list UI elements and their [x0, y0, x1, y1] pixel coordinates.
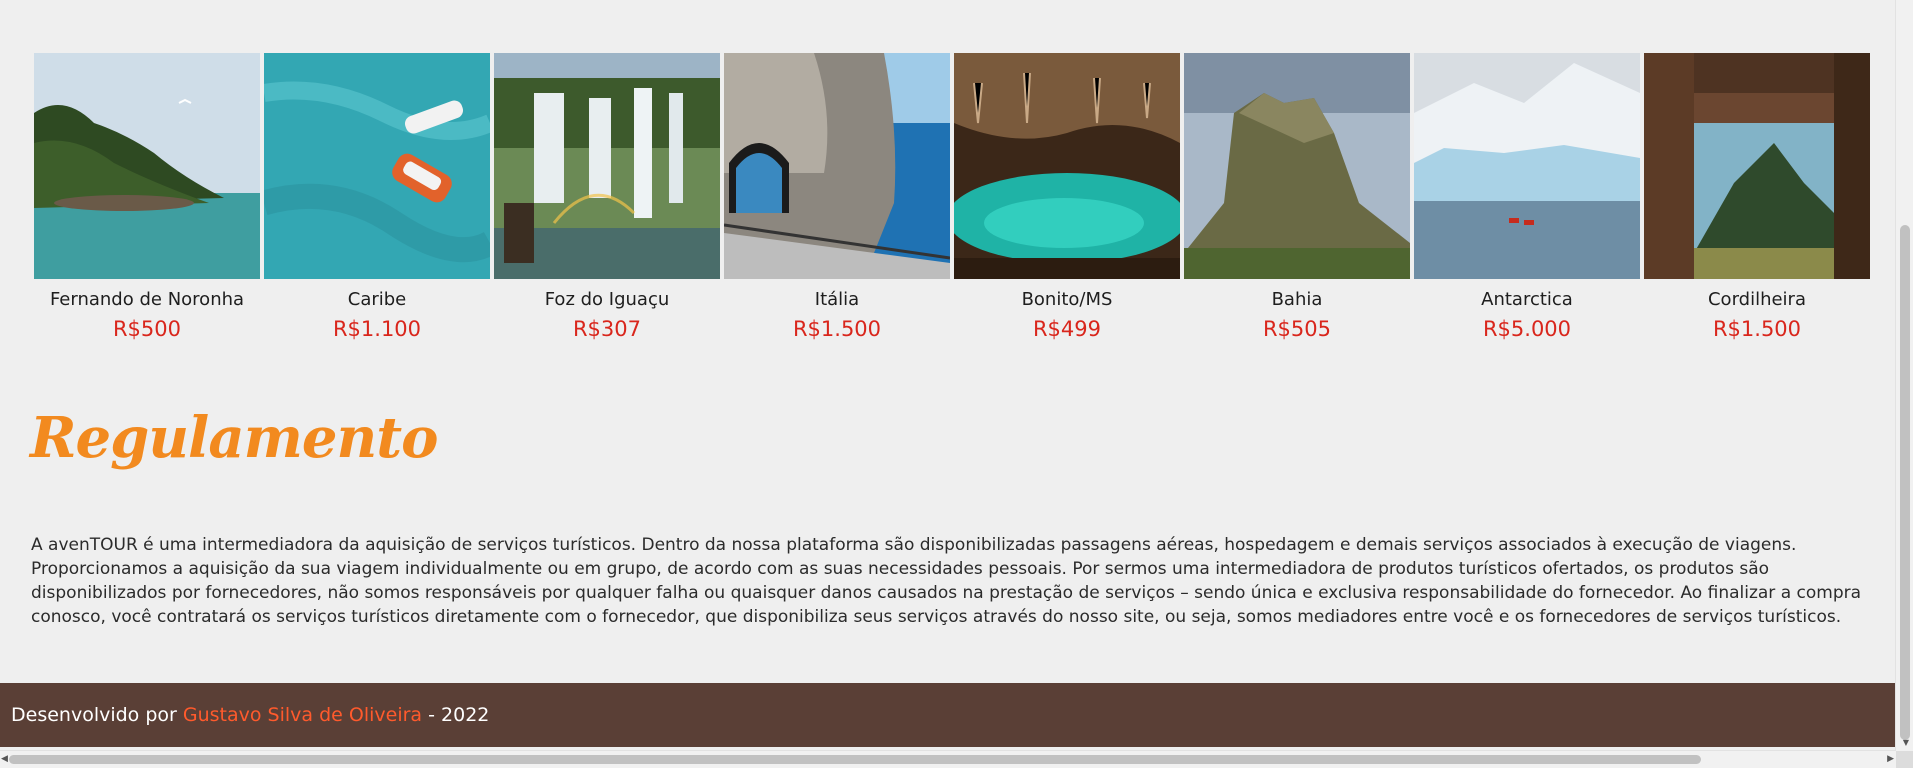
scrollbar-corner: [1896, 751, 1913, 768]
horizontal-scrollbar[interactable]: ◀ ▶: [0, 750, 1896, 768]
footer-suffix: - 2022: [422, 704, 490, 726]
regulamento-title: Regulamento: [30, 405, 438, 471]
destination-name: Bonito/MS: [1021, 289, 1113, 310]
destination-card-cordilheira[interactable]: Cordilheira R$1.500: [1644, 53, 1870, 341]
destination-photo-cave-lake[interactable]: [954, 53, 1180, 279]
horizontal-scroll-thumb[interactable]: [9, 755, 1701, 764]
page: Fernando de Noronha R$500 Caribe R$1.100: [0, 0, 1896, 768]
destination-card-bahia[interactable]: Bahia R$505: [1184, 53, 1410, 341]
destination-card-caribe[interactable]: Caribe R$1.100: [264, 53, 490, 341]
destination-price: R$1.500: [792, 317, 882, 341]
destination-photo-island[interactable]: [34, 53, 260, 279]
destination-photo-boats[interactable]: [264, 53, 490, 279]
destination-name: Fernando de Noronha: [49, 289, 245, 310]
vertical-scrollbar[interactable]: ▼: [1895, 0, 1913, 751]
destination-photo-mountain[interactable]: [1184, 53, 1410, 279]
destination-photo-glacier[interactable]: [1414, 53, 1640, 279]
scroll-right-arrow-icon[interactable]: ▶: [1887, 754, 1894, 764]
footer: Desenvolvido por Gustavo Silva de Olivei…: [0, 683, 1896, 747]
footer-author-link[interactable]: Gustavo Silva de Oliveira: [183, 704, 422, 726]
scroll-left-arrow-icon[interactable]: ◀: [1, 754, 8, 764]
destination-card-fernando-de-noronha[interactable]: Fernando de Noronha R$500: [34, 53, 260, 341]
destination-name: Itália: [814, 289, 860, 310]
destination-price: R$499: [1032, 317, 1102, 341]
destination-price: R$307: [572, 317, 642, 341]
scroll-down-arrow-icon[interactable]: ▼: [1903, 738, 1909, 747]
regulamento-text: A avenTOUR é uma intermediadora da aquis…: [31, 535, 1862, 627]
destination-price: R$1.100: [332, 317, 422, 341]
destination-photo-coastal-road[interactable]: [724, 53, 950, 279]
destination-card-foz-do-iguacu[interactable]: Foz do Iguaçu R$307: [494, 53, 720, 341]
destination-photo-stone-window[interactable]: [1644, 53, 1870, 279]
destination-name: Antarctica: [1481, 289, 1573, 310]
destination-photo-waterfalls[interactable]: [494, 53, 720, 279]
destination-price: R$5.000: [1482, 317, 1572, 341]
destination-card-italia[interactable]: Itália R$1.500: [724, 53, 950, 341]
destination-name: Cordilheira: [1707, 289, 1806, 310]
vertical-scroll-thumb[interactable]: [1900, 225, 1910, 740]
destination-card-antarctica[interactable]: Antarctica R$5.000: [1414, 53, 1640, 341]
destinations-row: Fernando de Noronha R$500 Caribe R$1.100: [34, 53, 1870, 341]
destination-card-bonito[interactable]: Bonito/MS R$499: [954, 53, 1180, 341]
destination-price: R$505: [1262, 317, 1332, 341]
footer-prefix: Desenvolvido por: [11, 704, 183, 726]
destination-name: Bahia: [1271, 289, 1323, 310]
destination-name: Foz do Iguaçu: [544, 289, 670, 310]
destination-price: R$500: [112, 317, 182, 341]
destination-price: R$1.500: [1712, 317, 1802, 341]
destination-name: Caribe: [347, 289, 407, 310]
